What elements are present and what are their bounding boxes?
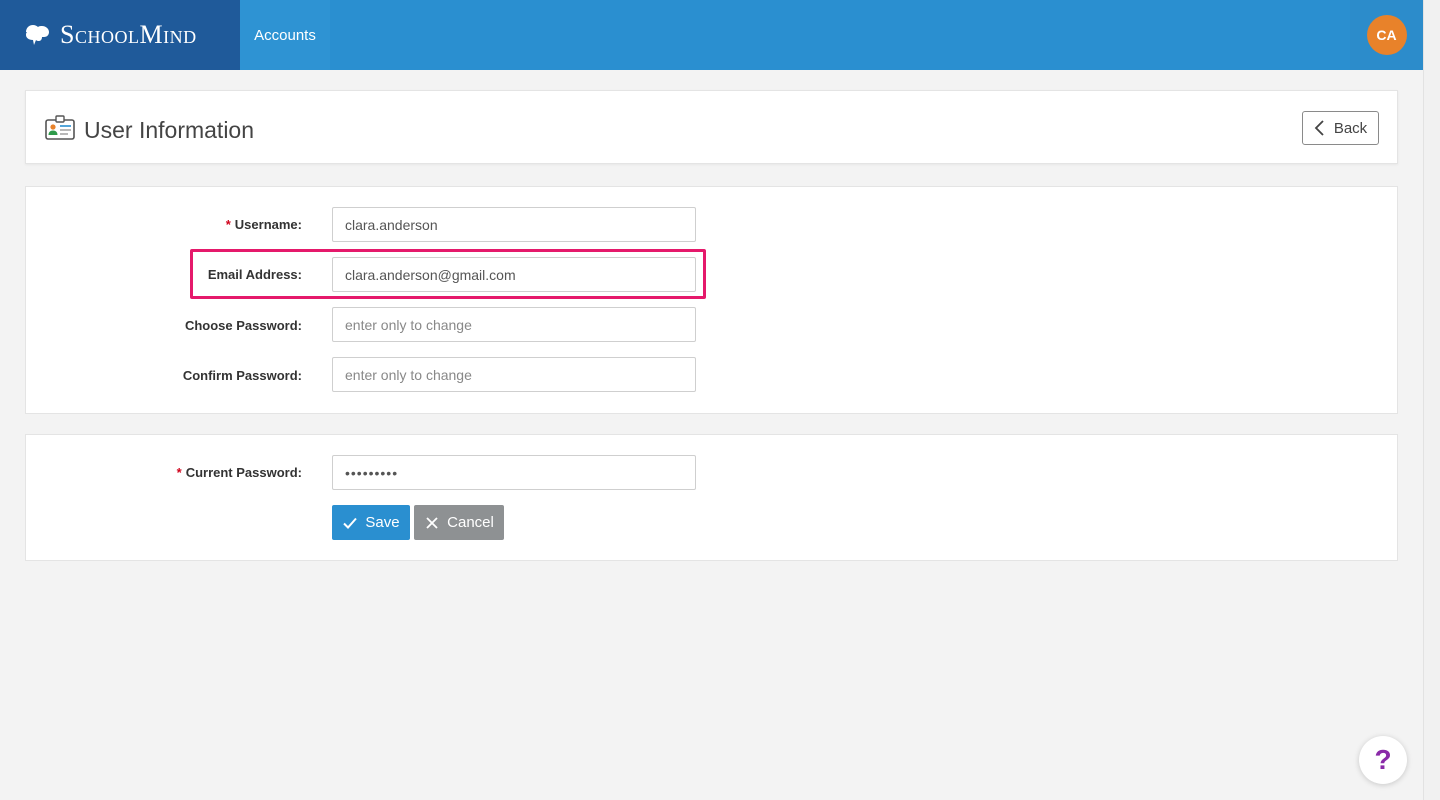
email-label: Email Address:	[207, 267, 302, 282]
confirm-password-label: Confirm Password:	[182, 368, 302, 383]
brand-logo[interactable]: SchoolMind	[0, 0, 240, 70]
page-title: User Information	[84, 117, 255, 143]
email-field[interactable]	[332, 257, 696, 292]
user-menu: CA	[1350, 0, 1423, 70]
cancel-button-label: Cancel	[447, 514, 494, 531]
back-button-label: Back	[1333, 119, 1368, 137]
nav-accounts[interactable]: Accounts	[240, 0, 330, 70]
top-navbar: SchoolMind Accounts CA	[0, 0, 1423, 70]
confirm-password-field[interactable]	[332, 357, 696, 392]
back-button[interactable]: Back	[1302, 111, 1379, 145]
username-field[interactable]	[332, 207, 696, 242]
current-password-field[interactable]	[332, 455, 696, 490]
scrollbar[interactable]	[1423, 0, 1440, 800]
brand-name: SchoolMind	[60, 20, 197, 49]
required-marker: *	[176, 465, 182, 480]
save-button[interactable]: Save	[332, 505, 410, 540]
avatar[interactable]: CA	[1366, 15, 1407, 55]
current-password-label: * Current Password:	[176, 465, 302, 480]
required-marker: *	[225, 217, 231, 232]
help-button[interactable]: ?	[1359, 736, 1407, 784]
close-icon	[426, 516, 438, 529]
security-card: *Current Password: Save Cancel	[25, 434, 1398, 561]
save-button-label: Save	[365, 514, 400, 531]
username-label: * Username:	[225, 217, 302, 232]
chevron-left-icon	[1314, 120, 1324, 136]
account-details-card: *Username: Email Address: Choose Passwor…	[25, 186, 1398, 414]
check-icon	[343, 517, 358, 529]
choose-password-label: Choose Password:	[184, 318, 302, 333]
cancel-button[interactable]: Cancel	[414, 505, 504, 540]
page-header: User Information Back	[25, 90, 1398, 164]
id-card-icon	[45, 115, 75, 140]
choose-password-field[interactable]	[332, 307, 696, 342]
brain-cloud-icon	[26, 25, 49, 45]
